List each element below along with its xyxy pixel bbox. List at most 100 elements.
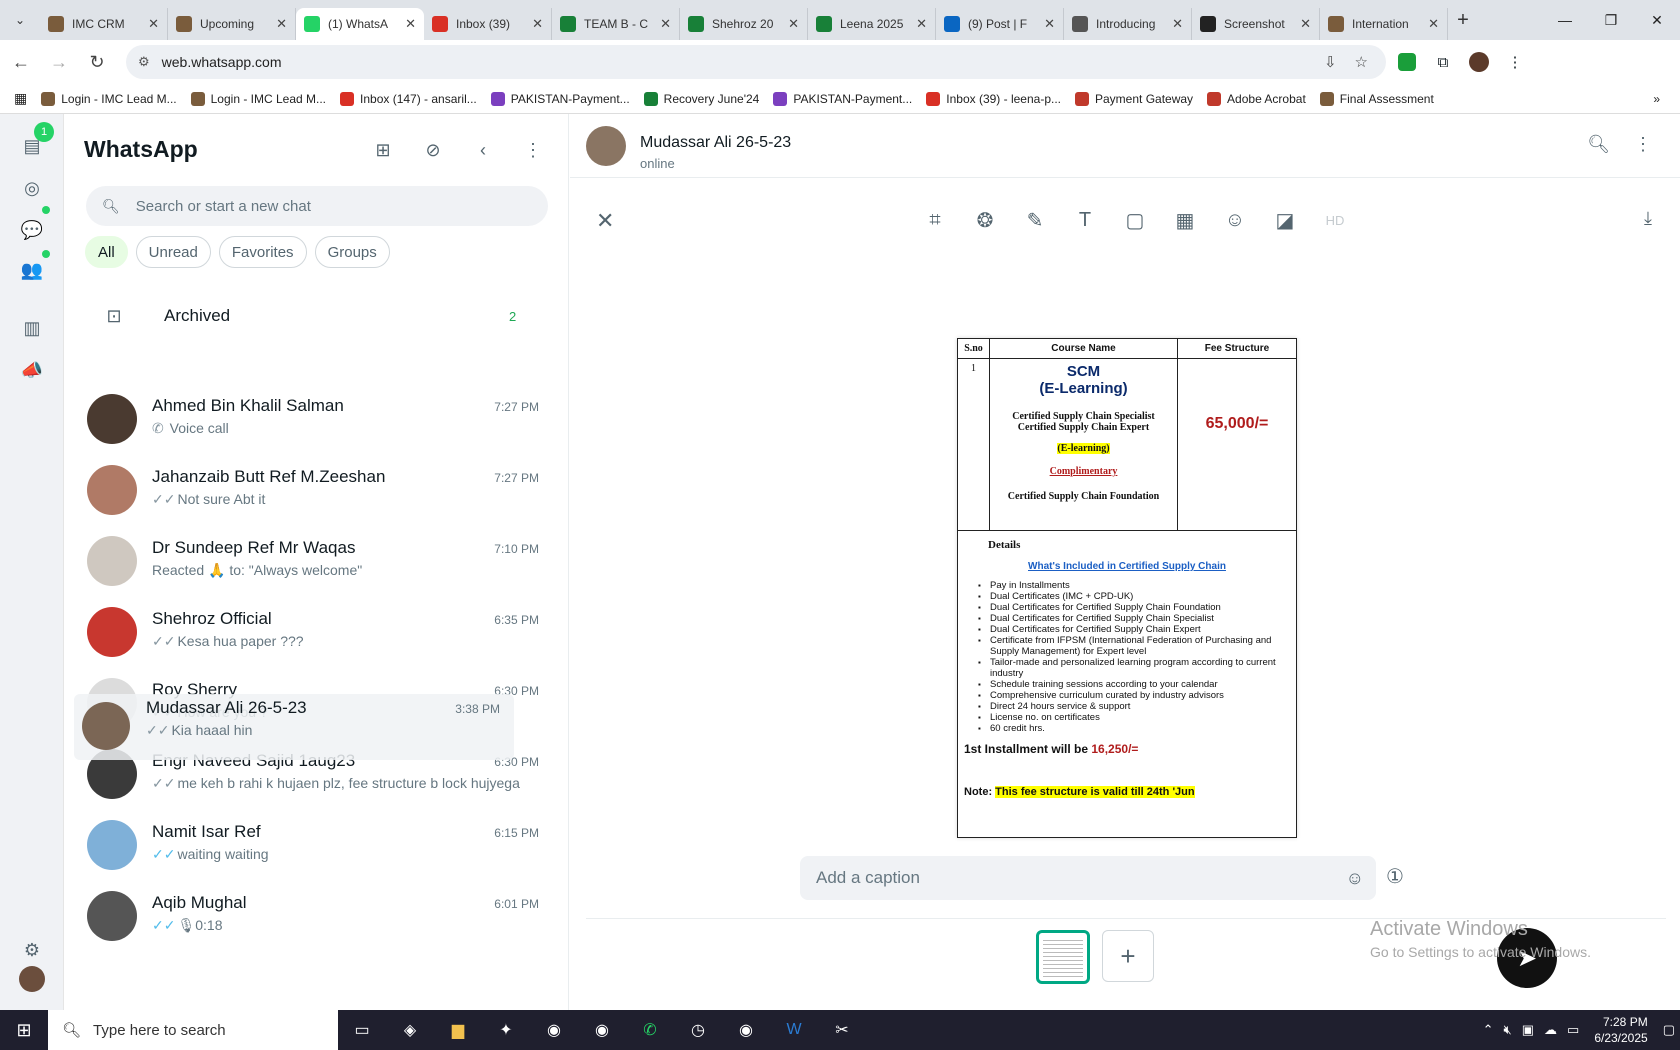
new-tab-button[interactable]: + <box>1448 9 1478 32</box>
chat-row[interactable]: Aqib Mughal ✓✓ 🎙0:18 6:01 PM <box>64 877 568 953</box>
tab-close-icon[interactable]: ✕ <box>148 16 159 32</box>
forward-icon[interactable]: → <box>42 45 76 79</box>
rectangle-icon[interactable]: ▢ <box>1110 204 1160 236</box>
reload-icon[interactable]: ↻ <box>80 45 114 79</box>
tab-close-icon[interactable]: ✕ <box>1044 16 1055 32</box>
browser-tab[interactable]: IMC CRM ✕ <box>40 8 168 40</box>
contact-avatar[interactable] <box>586 126 626 166</box>
tab-close-icon[interactable]: ✕ <box>788 16 799 32</box>
bookmark-item[interactable]: Adobe Acrobat <box>1207 91 1306 106</box>
bookmark-item[interactable]: Login - IMC Lead M... <box>41 91 177 106</box>
tab-close-icon[interactable]: ✕ <box>276 16 287 32</box>
bookmark-item[interactable]: Inbox (39) - leena-p... <box>926 91 1061 106</box>
volume-icon[interactable]: 🔇︎ <box>1504 1022 1512 1038</box>
channels-icon[interactable]: 💬 <box>16 214 48 246</box>
back-icon[interactable]: ← <box>4 45 38 79</box>
browser-tab[interactable]: (9) Post | F ✕ <box>936 8 1064 40</box>
blur-grid-icon[interactable]: ▦ <box>1160 204 1210 236</box>
address-bar[interactable]: ⚙ web.whatsapp.com ⇩ ☆ <box>126 45 1386 79</box>
tab-close-icon[interactable]: ✕ <box>532 16 543 32</box>
hide-eye-icon[interactable]: ⊘ <box>408 134 458 166</box>
bookmark-item[interactable]: Payment Gateway <box>1075 91 1193 106</box>
profile-icon[interactable] <box>1464 47 1494 77</box>
filter-chip[interactable]: Groups <box>314 236 390 268</box>
add-media-button[interactable]: + <box>1102 930 1154 982</box>
snipping-tool-icon[interactable]: ✂ <box>818 1010 866 1050</box>
dragging-chat-row[interactable]: Mudassar Ali 26-5-23 ✓✓ Kia haaal hin 3:3… <box>74 694 514 760</box>
apps-grid-icon[interactable]: ▦ <box>14 90 27 107</box>
chrome-icon[interactable]: ◉ <box>578 1010 626 1050</box>
browser-tab[interactable]: Inbox (39) ✕ <box>424 8 552 40</box>
install-app-icon[interactable]: ⇩ <box>1324 53 1337 71</box>
chat-row[interactable]: Shehroz Official ✓✓ Kesa hua paper ??? 6:35… <box>64 593 568 669</box>
caption-input[interactable]: Add a caption ☺ <box>800 856 1376 900</box>
pencil-icon[interactable]: ✎ <box>1010 204 1060 236</box>
chrome-icon[interactable]: ◉ <box>722 1010 770 1050</box>
ads-megaphone-icon[interactable]: 📣 <box>16 354 48 386</box>
site-info-icon[interactable]: ⚙ <box>138 54 150 70</box>
menu-icon[interactable]: ⋮ <box>1634 134 1652 155</box>
whatsapp-extension-icon[interactable] <box>1392 47 1422 77</box>
tab-search-menu-icon[interactable]: ⌄ <box>0 13 40 27</box>
bookmark-item[interactable]: PAKISTAN-Payment... <box>490 91 630 106</box>
bookmark-star-icon[interactable]: ☆ <box>1355 53 1368 71</box>
chat-row[interactable]: Jahanzaib Butt Ref M.Zeeshan ✓✓ Not sure A… <box>64 451 568 527</box>
tab-close-icon[interactable]: ✕ <box>660 16 671 32</box>
notifications-icon[interactable]: ▢ <box>1663 1022 1675 1038</box>
bookmark-item[interactable]: Recovery June'24 <box>643 91 759 106</box>
browser-tab[interactable]: (1) WhatsA ✕ <box>296 8 424 40</box>
filter-icon[interactable]: ❂ <box>960 204 1010 236</box>
sticker-icon[interactable]: ◪ <box>1260 204 1310 236</box>
status-icon[interactable]: ◎ <box>16 172 48 204</box>
tab-close-icon[interactable]: ✕ <box>1428 16 1439 32</box>
bookmark-item[interactable]: PAKISTAN-Payment... <box>773 91 912 106</box>
task-view-icon[interactable]: ▭ <box>338 1010 386 1050</box>
copilot-icon[interactable]: ◈ <box>386 1010 434 1050</box>
emoji-icon[interactable]: ☺ <box>1346 868 1364 889</box>
file-explorer-icon[interactable]: ▆ <box>434 1010 482 1050</box>
view-once-icon[interactable]: ① <box>1386 864 1404 889</box>
close-window-icon[interactable]: ✕ <box>1634 0 1680 40</box>
crop-icon[interactable]: ⌗ <box>910 204 960 236</box>
bookmark-item[interactable]: Inbox (147) - ansaril... <box>340 91 477 106</box>
browser-tab[interactable]: Introducing ✕ <box>1064 8 1192 40</box>
browser-tab[interactable]: Upcoming ✕ <box>168 8 296 40</box>
filter-chip[interactable]: All <box>85 236 128 268</box>
weather-icon[interactable]: ☁ <box>1544 1022 1557 1038</box>
business-tools-icon[interactable]: ▥ <box>16 312 48 344</box>
bookmark-overflow-icon[interactable]: » <box>1653 92 1660 106</box>
clock-app-icon[interactable]: ◷ <box>674 1010 722 1050</box>
settings-gear-icon[interactable]: ⚙ <box>16 934 48 966</box>
browser-tab[interactable]: Internation ✕ <box>1320 8 1448 40</box>
restore-icon[interactable]: ❐ <box>1588 0 1634 40</box>
network-icon[interactable]: ▭ <box>1567 1022 1579 1038</box>
taskbar-search[interactable]: 🔍︎ Type here to search <box>48 1010 338 1050</box>
download-icon[interactable]: ⤓ <box>1644 208 1652 229</box>
browser-tab[interactable]: Leena 2025 ✕ <box>808 8 936 40</box>
hd-icon[interactable]: HD <box>1310 204 1360 236</box>
word-icon[interactable]: W <box>770 1010 818 1050</box>
browser-tab[interactable]: TEAM B - C ✕ <box>552 8 680 40</box>
tray-chevron-icon[interactable]: ⌃ <box>1483 1022 1494 1038</box>
browser-tab[interactable]: Shehroz 20 ✕ <box>680 8 808 40</box>
tab-close-icon[interactable]: ✕ <box>1172 16 1183 32</box>
app-icon[interactable]: ✦ <box>482 1010 530 1050</box>
chrome-icon[interactable]: ◉ <box>530 1010 578 1050</box>
filter-chip[interactable]: Favorites <box>218 236 307 268</box>
menu-icon[interactable]: ⋮ <box>508 134 558 166</box>
media-thumbnail[interactable] <box>1036 930 1090 984</box>
conversation-header[interactable]: Mudassar Ali 26-5-23 online 🔍︎ ⋮ <box>570 114 1680 178</box>
browser-menu-icon[interactable]: ⋮ <box>1500 47 1530 77</box>
minimize-icon[interactable]: — <box>1542 0 1588 40</box>
communities-icon[interactable]: 👥 <box>16 254 48 286</box>
text-icon[interactable]: T <box>1060 204 1110 236</box>
chat-row[interactable]: Dr Sundeep Ref Mr Waqas Reacted 🙏 to: "Al… <box>64 522 568 598</box>
tray-app-icon[interactable]: ▣ <box>1522 1022 1534 1038</box>
bookmark-item[interactable]: Login - IMC Lead M... <box>190 91 326 106</box>
tab-close-icon[interactable]: ✕ <box>405 16 416 32</box>
own-avatar[interactable] <box>19 966 45 992</box>
tab-close-icon[interactable]: ✕ <box>1300 16 1311 32</box>
bookmark-item[interactable]: Final Assessment <box>1319 91 1434 106</box>
system-clock[interactable]: 7:28 PM 6/23/2025 <box>1594 1014 1647 1046</box>
windows-start-icon[interactable]: ⊞ <box>0 1020 48 1041</box>
